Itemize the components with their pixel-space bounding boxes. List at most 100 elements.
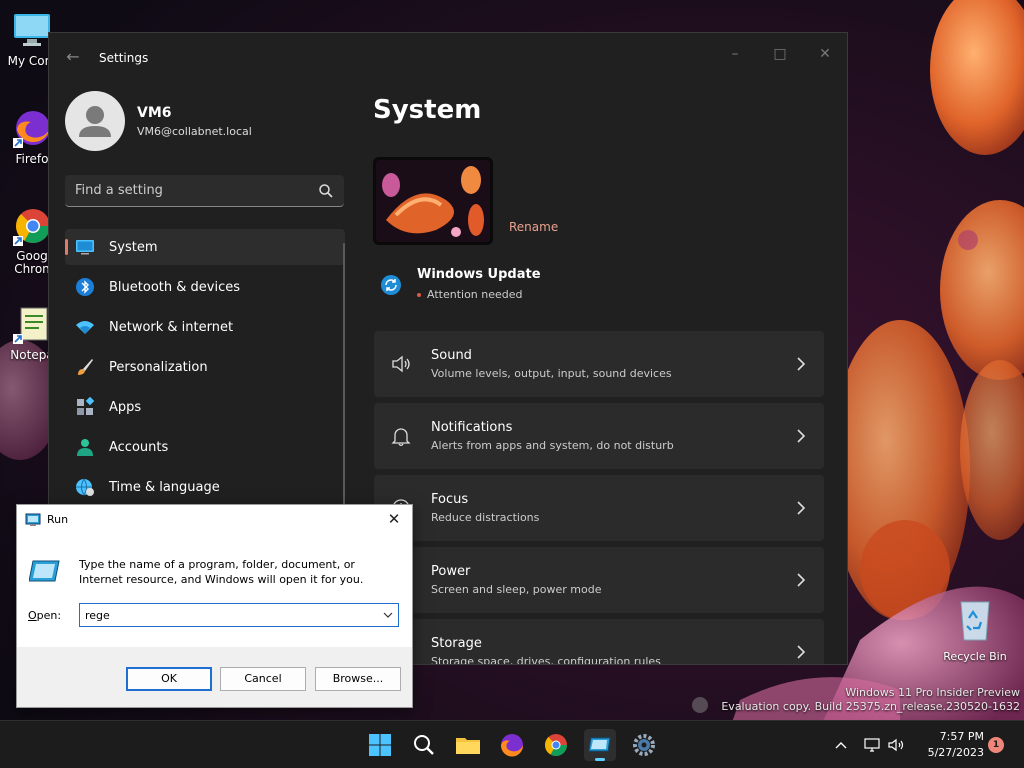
nav-item-accounts[interactable]: Accounts (65, 429, 345, 465)
card-notifications[interactable]: Notifications Alerts from apps and syste… (374, 403, 824, 469)
window-title: Settings (99, 51, 149, 65)
chevron-right-icon (797, 573, 806, 587)
nav-label: Bluetooth & devices (109, 280, 240, 295)
card-subtitle: Reduce distractions (431, 511, 540, 524)
card-title: Storage (431, 636, 482, 651)
nav-label: Network & internet (109, 320, 234, 335)
avatar (65, 91, 125, 151)
active-indicator (65, 239, 68, 255)
taskbar-file-explorer[interactable] (452, 729, 484, 761)
active-app-indicator (595, 758, 605, 761)
brush-icon (78, 359, 93, 375)
chevron-up-icon[interactable] (831, 735, 851, 755)
chevron-right-icon (797, 429, 806, 443)
user-name: VM6 (137, 105, 172, 121)
find-setting-search[interactable]: Find a setting (65, 175, 344, 207)
wifi-icon (76, 321, 94, 334)
browse-button[interactable]: Browse... (315, 667, 401, 691)
open-label-accesskey: O (28, 609, 37, 622)
user-profile[interactable]: VM6 VM6@collabnet.local (65, 91, 355, 153)
notification-badge[interactable]: 1 (988, 737, 1004, 753)
taskbar: 7:57 PM 5/27/2023 1 (0, 720, 1024, 768)
card-title: Power (431, 564, 471, 579)
card-title: Sound (431, 348, 472, 363)
card-subtitle: Volume levels, output, input, sound devi… (431, 367, 672, 380)
recycle-bin-label: Recycle Bin (943, 650, 1007, 663)
gear-icon (633, 734, 655, 756)
firefox-icon (11, 108, 53, 150)
chrome-icon (545, 734, 567, 756)
taskbar-settings[interactable] (628, 729, 660, 761)
nav-item-bluetooth[interactable]: Bluetooth & devices (65, 269, 345, 305)
nav-item-network[interactable]: Network & internet (65, 309, 345, 345)
start-button[interactable] (364, 729, 396, 761)
desktop-icon-recycle-bin[interactable]: Recycle Bin (940, 598, 1010, 663)
notepad-icon (11, 304, 53, 346)
chevron-right-icon (797, 501, 806, 515)
run-open-input[interactable] (79, 603, 399, 627)
search-icon (414, 735, 434, 755)
chevron-down-icon[interactable] (382, 609, 394, 621)
nav-item-time-language[interactable]: Time & language (65, 469, 345, 505)
cancel-button[interactable]: Cancel (220, 667, 306, 691)
nav-label: Time & language (109, 480, 220, 495)
title-bar: ← Settings – □ ✕ (49, 33, 847, 81)
minimize-button[interactable]: – (720, 41, 750, 67)
ok-button[interactable]: OK (126, 667, 212, 691)
run-close-button[interactable]: ✕ (384, 509, 404, 529)
nav-item-personalization[interactable]: Personalization (65, 349, 345, 385)
nav-label: Personalization (109, 360, 208, 375)
person-icon (77, 439, 93, 456)
search-icon (319, 184, 333, 198)
nav-label: System (109, 240, 158, 255)
card-title: Notifications (431, 420, 513, 435)
card-subtitle: Storage space, drives, configuration rul… (431, 655, 661, 665)
card-power[interactable]: Power Screen and sleep, power mode (374, 547, 824, 613)
windows-logo-icon (369, 734, 391, 756)
open-label-rest: pen: (36, 609, 62, 622)
windows-update-icon[interactable] (381, 275, 401, 295)
nav-item-apps[interactable]: Apps (65, 389, 345, 425)
taskbar-search-button[interactable] (408, 729, 440, 761)
user-email: VM6@collabnet.local (137, 125, 252, 138)
taskbar-chrome[interactable] (540, 729, 572, 761)
nav-item-system[interactable]: System (65, 229, 345, 265)
network-icon[interactable] (862, 735, 882, 755)
windows-update-status: Attention needed (427, 288, 523, 301)
chevron-right-icon (797, 645, 806, 659)
taskbar-run[interactable] (584, 729, 616, 761)
run-dialog: Run ✕ Type the name of a program, folder… (16, 504, 413, 708)
run-description: Type the name of a program, folder, docu… (79, 558, 364, 586)
search-placeholder: Find a setting (75, 183, 163, 198)
system-clock[interactable]: 7:57 PM 5/27/2023 (908, 729, 984, 761)
clock-date: 5/27/2023 (927, 746, 984, 759)
watermark-line-2: Evaluation copy. Build 25375.zn_release.… (721, 700, 1020, 713)
windows-update-title[interactable]: Windows Update (417, 267, 541, 282)
maximize-button[interactable]: □ (765, 41, 795, 67)
firefox-icon (501, 734, 524, 757)
speaker-icon (392, 355, 410, 373)
volume-icon[interactable] (886, 735, 906, 755)
rename-link[interactable]: Rename (509, 220, 558, 234)
person-silhouette-icon (79, 106, 111, 137)
card-sound[interactable]: Sound Volume levels, output, input, soun… (374, 331, 824, 397)
bluetooth-icon (76, 278, 94, 296)
desktop-preview-thumbnail (373, 157, 493, 245)
run-icon (25, 513, 41, 526)
settings-nav: System Bluetooth & devices Network & int… (65, 229, 345, 509)
chevron-right-icon (797, 357, 806, 371)
card-focus[interactable]: Focus Reduce distractions (374, 475, 824, 541)
run-dialog-title: Run (47, 513, 69, 526)
chrome-icon (11, 206, 53, 248)
nav-label: Accounts (109, 440, 169, 455)
card-subtitle: Screen and sleep, power mode (431, 583, 602, 596)
globe-clock-icon (76, 478, 94, 496)
card-storage[interactable]: Storage Storage space, drives, configura… (374, 619, 824, 665)
monitor-icon (76, 240, 94, 255)
taskbar-firefox[interactable] (496, 729, 528, 761)
recycle-bin-icon (960, 601, 990, 641)
close-button[interactable]: ✕ (810, 41, 840, 67)
folder-icon (456, 738, 480, 754)
nav-scrollbar[interactable] (343, 243, 345, 543)
back-arrow-icon[interactable]: ← (63, 47, 83, 67)
